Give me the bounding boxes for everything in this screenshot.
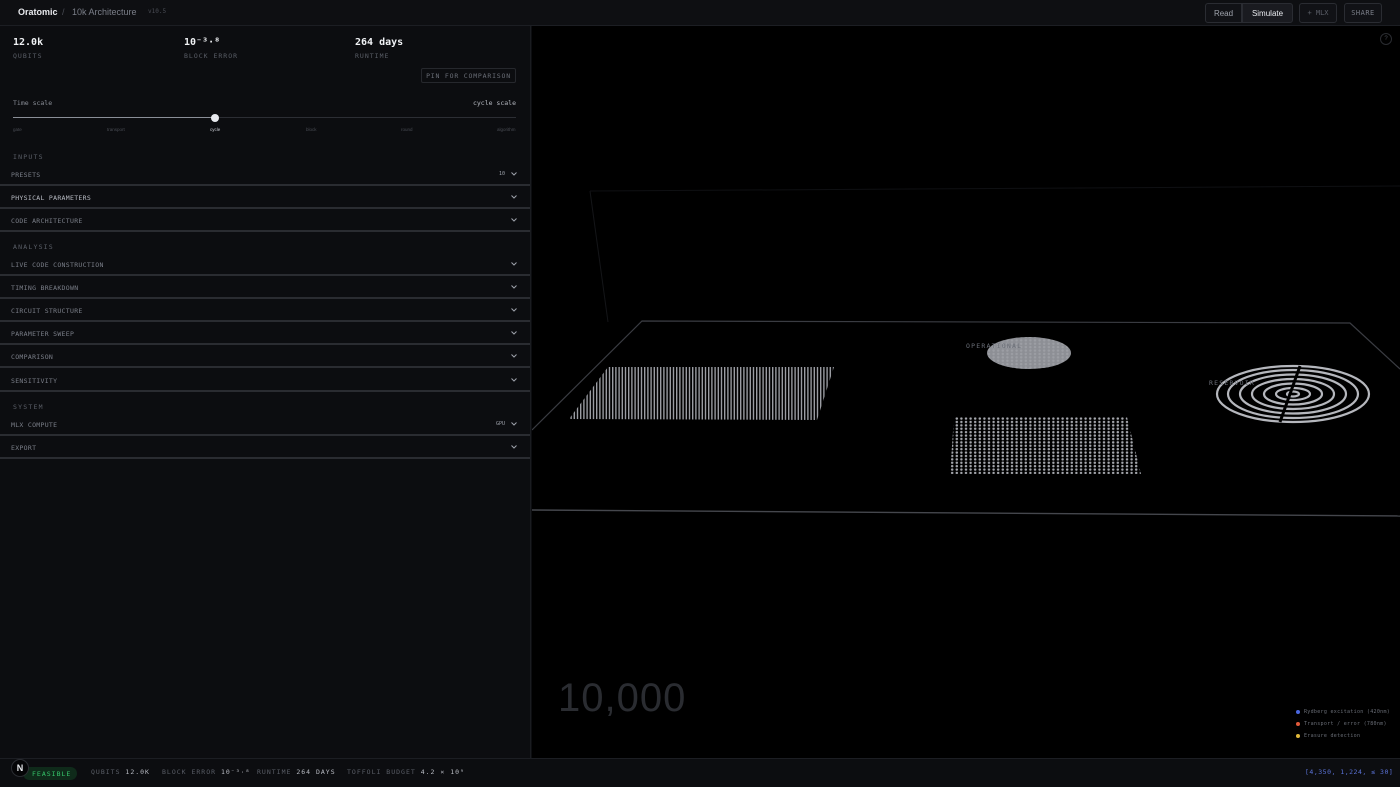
- reservoir-zone: [1215, 364, 1371, 424]
- feasibility-status-badge: FEASIBLE: [23, 767, 78, 780]
- timescale-tick-algorithm[interactable]: algorithm: [497, 127, 516, 132]
- brand-logo[interactable]: Oratomic: [18, 7, 58, 17]
- footer-block-error: BLOCK ERROR 10⁻³·⁸: [162, 768, 251, 776]
- legend-label: Rydberg excitation (420nm): [1304, 709, 1391, 715]
- timescale-slider-thumb[interactable]: [211, 114, 219, 122]
- row-export-label: EXPORT: [11, 444, 37, 452]
- row-presets-value: 10: [498, 171, 505, 177]
- row-live-code-construction[interactable]: LIVE CODE CONSTRUCTION: [0, 254, 530, 276]
- chevron-down-icon: [511, 331, 517, 335]
- status-bar: FEASIBLE N QUBITS 12.0K BLOCK ERROR 10⁻³…: [0, 758, 1400, 787]
- chevron-down-icon: [511, 218, 517, 222]
- legend-dot-icon: [1296, 710, 1300, 714]
- storage-array-zone: [569, 367, 834, 420]
- atom-array-scene[interactable]: [532, 26, 1400, 758]
- stat-qubits-value: 12.0k: [13, 37, 44, 48]
- chevron-down-icon: [511, 172, 517, 176]
- mode-read-button[interactable]: Read: [1205, 3, 1242, 23]
- stat-block-error-label: BLOCK ERROR: [184, 52, 239, 60]
- camera-coordinates: [4,350, 1,224, ≤ 30]: [1305, 768, 1394, 776]
- row-parameter-sweep-label: PARAMETER SWEEP: [11, 330, 75, 338]
- chevron-down-icon: [511, 285, 517, 289]
- wall-line-top: [589, 185, 1400, 192]
- legend-item-transport: Transport / error (780nm): [1296, 721, 1387, 727]
- row-timing-breakdown-label: TIMING BREAKDOWN: [11, 284, 79, 292]
- row-sensitivity-label: SENSITIVITY: [11, 377, 58, 385]
- chevron-down-icon: [511, 195, 517, 199]
- chevron-down-icon: [511, 422, 517, 426]
- row-comparison-label: COMPARISON: [11, 353, 54, 361]
- row-comparison[interactable]: COMPARISON: [0, 346, 530, 368]
- share-button[interactable]: SHARE: [1344, 3, 1382, 23]
- row-live-code-construction-label: LIVE CODE CONSTRUCTION: [11, 261, 104, 269]
- chevron-down-icon: [511, 378, 517, 382]
- row-physical-parameters-label: PHYSICAL PARAMETERS: [11, 194, 92, 202]
- mlx-button[interactable]: + MLX: [1299, 3, 1337, 23]
- 3d-viewport[interactable]: OPERATIONAL RESERVOIR ? 10,000 Rydberg e…: [532, 26, 1400, 758]
- top-bar: Oratomic / 10k Architecture v10.5 Read S…: [0, 0, 1400, 26]
- entangling-array-zone: [950, 417, 1141, 474]
- row-mlx-compute-label: MLX COMPUTE: [11, 421, 58, 429]
- help-button[interactable]: ?: [1380, 33, 1392, 45]
- breadcrumb-separator: /: [62, 7, 65, 17]
- row-presets[interactable]: PRESETS 10: [0, 164, 530, 186]
- legend-dot-icon: [1296, 722, 1300, 726]
- legend-label: Transport / error (780nm): [1304, 721, 1387, 727]
- row-parameter-sweep[interactable]: PARAMETER SWEEP: [0, 323, 530, 345]
- row-circuit-structure[interactable]: CIRCUIT STRUCTURE: [0, 300, 530, 322]
- row-circuit-structure-label: CIRCUIT STRUCTURE: [11, 307, 83, 315]
- stat-block-error-value: 10⁻³·⁸: [184, 37, 221, 48]
- timescale-label: Time scale: [13, 99, 53, 107]
- mode-simulate-button[interactable]: Simulate: [1242, 3, 1293, 23]
- chevron-down-icon: [511, 354, 517, 358]
- row-presets-label: PRESETS: [11, 171, 41, 179]
- row-code-architecture-label: CODE ARCHITECTURE: [11, 217, 83, 225]
- zone-label-reservoir: RESERVOIR: [1209, 379, 1256, 387]
- chevron-down-icon: [511, 445, 517, 449]
- wall-line-left: [589, 190, 609, 323]
- row-physical-parameters[interactable]: PHYSICAL PARAMETERS: [0, 187, 530, 209]
- version-label: v10.5: [148, 8, 167, 15]
- section-title-system: SYSTEM: [13, 403, 44, 411]
- legend-item-erasure: Erasure detection: [1296, 733, 1360, 739]
- row-export[interactable]: EXPORT: [0, 437, 530, 459]
- footer-runtime: RUNTIME 264 DAYS: [257, 768, 336, 776]
- timescale-tick-transport[interactable]: transport: [107, 127, 125, 132]
- timescale-value: cycle scale: [472, 99, 516, 107]
- timescale-slider-fill: [13, 117, 215, 118]
- zone-label-operational: OPERATIONAL: [966, 342, 1023, 350]
- timescale-tick-cycle[interactable]: cycle: [210, 127, 220, 132]
- timescale-tick-gate[interactable]: gate: [13, 127, 22, 132]
- timescale-tick-round[interactable]: round: [401, 127, 413, 132]
- row-code-architecture[interactable]: CODE ARCHITECTURE: [0, 210, 530, 232]
- control-panel: 12.0k QUBITS 10⁻³·⁸ BLOCK ERROR 264 days…: [0, 26, 531, 758]
- row-mlx-compute[interactable]: MLX COMPUTE GPU: [0, 414, 530, 436]
- n-logo-icon[interactable]: N: [11, 759, 29, 777]
- stat-runtime-label: RUNTIME: [355, 52, 390, 60]
- platform-front-edge: [532, 509, 1400, 517]
- atom-count-display: 10,000: [558, 676, 687, 720]
- timescale-tick-block[interactable]: block: [306, 127, 317, 132]
- legend-dot-icon: [1296, 734, 1300, 738]
- stat-block-error: 10⁻³·⁸ BLOCK ERROR: [184, 37, 238, 60]
- stat-runtime-value: 264 days: [355, 37, 404, 48]
- stat-qubits-label: QUBITS: [13, 52, 43, 60]
- row-sensitivity[interactable]: SENSITIVITY: [0, 370, 530, 392]
- row-mlx-compute-value: GPU: [495, 421, 505, 427]
- chevron-down-icon: [511, 308, 517, 312]
- pin-for-comparison-button[interactable]: PIN FOR COMPARISON: [421, 68, 516, 83]
- legend-label: Erasure detection: [1304, 733, 1361, 739]
- stat-runtime: 264 days RUNTIME: [355, 37, 403, 60]
- breadcrumb[interactable]: 10k Architecture: [72, 7, 137, 17]
- footer-qubits: QUBITS 12.0K: [91, 768, 150, 776]
- stat-qubits: 12.0k QUBITS: [13, 37, 43, 60]
- row-timing-breakdown[interactable]: TIMING BREAKDOWN: [0, 277, 530, 299]
- section-title-analysis: ANALYSIS: [13, 243, 54, 251]
- legend-item-rydberg: Rydberg excitation (420nm): [1296, 709, 1390, 715]
- section-title-inputs: INPUTS: [13, 153, 44, 161]
- chevron-down-icon: [511, 262, 517, 266]
- footer-toffoli-budget: TOFFOLI BUDGET 4.2 × 10⁹: [347, 768, 465, 776]
